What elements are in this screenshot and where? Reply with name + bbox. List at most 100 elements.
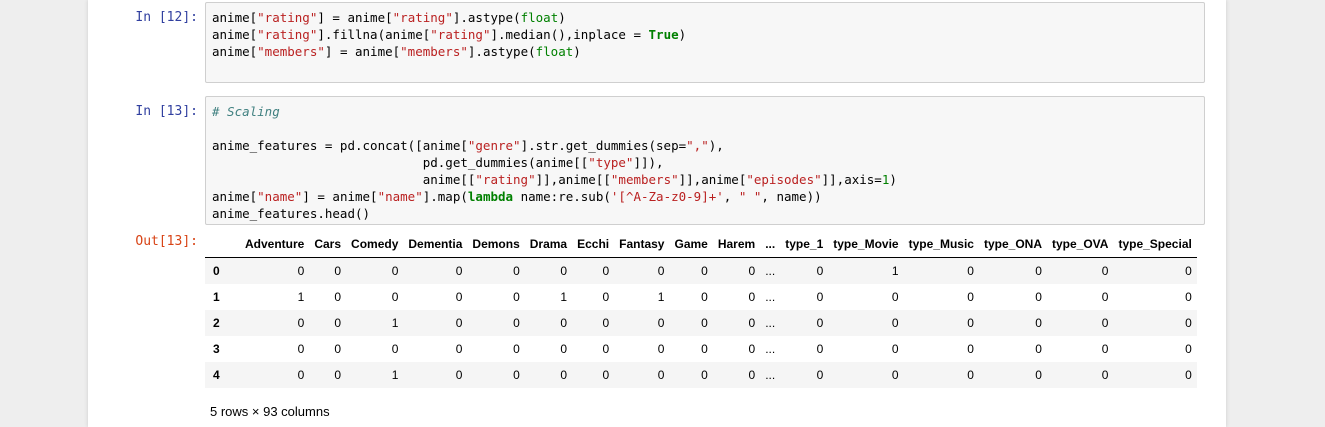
- table-cell: 0: [334, 264, 342, 278]
- table-cell: 0: [1185, 264, 1192, 278]
- column-header: Drama: [524, 231, 573, 258]
- table-cell: 0: [657, 264, 665, 278]
- table-cell: 0: [967, 290, 974, 304]
- code-token: anime[: [212, 27, 258, 42]
- table-cell: 0: [455, 290, 463, 304]
- table-cell: 0: [513, 316, 520, 330]
- dataframe-shape-note: 5 rows × 93 columns: [210, 404, 330, 419]
- code-line: anime_features.head(): [212, 205, 1204, 222]
- code-line: anime["name"] = anime["name"].map(lambda…: [212, 188, 1204, 205]
- code-line: anime_features = pd.concat([anime["genre…: [212, 137, 1204, 154]
- code-token: "rating": [430, 27, 491, 42]
- table-cell: 0: [297, 316, 305, 330]
- table-cell: 0: [560, 264, 568, 278]
- code-cell-12[interactable]: anime["rating"] = anime["rating"].astype…: [205, 2, 1205, 83]
- code-token: anime[: [212, 189, 258, 204]
- table-cell: 0: [334, 290, 342, 304]
- code-token: anime[: [212, 10, 258, 25]
- column-header: Demons: [467, 231, 525, 258]
- code-token: float: [520, 10, 559, 25]
- table-cell: 0: [602, 316, 610, 330]
- table-cell: 0: [1185, 342, 1192, 356]
- code-token: , name)): [761, 189, 822, 204]
- column-header: Game: [669, 231, 713, 258]
- table-cell: 0: [455, 342, 463, 356]
- table-cell: ...: [765, 264, 776, 278]
- column-header: Adventure: [240, 231, 310, 258]
- table-cell: 0: [816, 264, 824, 278]
- table-header-row: Adventure Cars Comedy Dementia Demons Drama Ec…: [205, 231, 1197, 258]
- table-cell: 0: [560, 342, 568, 356]
- code-token: ): [678, 27, 687, 42]
- code-token: ]],axis=: [821, 172, 882, 187]
- column-header: Ecchi: [572, 231, 615, 258]
- table-cell: 0: [455, 368, 463, 382]
- output-prompt-13: Out[13]:: [135, 234, 198, 249]
- table-row: 3 0 0 0 0 0 0 0 0 0 0... 0 0 0 0 0 0: [205, 336, 1197, 362]
- table-cell: 0: [297, 264, 305, 278]
- table-cell: 0: [297, 342, 305, 356]
- row-index: 3: [213, 342, 220, 356]
- code-token: "rating": [475, 172, 536, 187]
- table-body: 0 0 0 0 0 0 0 0 0 0 0... 0 1 0 0 0 0 1 1 0 0 0 0 1 0 1 0 0... 0 0 0 0 0 0…: [205, 257, 1197, 388]
- table-cell: 0: [891, 316, 899, 330]
- row-index: 0: [213, 264, 220, 278]
- table-cell: 0: [602, 342, 610, 356]
- table-cell: ...: [765, 316, 776, 330]
- code-cell-13[interactable]: # Scaling anime_features = pd.concat([ani…: [205, 96, 1205, 225]
- code-token: "members": [400, 44, 468, 59]
- code-line: anime["rating"] = anime["rating"].astype…: [212, 9, 1204, 26]
- code-token: pd.get_dummies(anime[[: [212, 155, 589, 170]
- table-cell: 0: [513, 264, 520, 278]
- code-token: "genre": [467, 138, 521, 153]
- column-header: Dementia: [403, 231, 468, 258]
- table-cell: 0: [891, 290, 899, 304]
- table-row: 1 1 0 0 0 0 1 0 1 0 0... 0 0 0 0 0 0: [205, 284, 1197, 310]
- table-cell: 1: [391, 316, 399, 330]
- code-token: ): [573, 44, 581, 59]
- column-header: type_Movie: [828, 231, 904, 258]
- row-index: 4: [213, 368, 220, 382]
- table-row: 0 0 0 0 0 0 0 0 0 0 0... 0 1 0 0 0 0: [205, 257, 1197, 284]
- code-token: ].astype(: [467, 44, 536, 59]
- table-cell: 0: [602, 290, 610, 304]
- table-cell: 1: [297, 290, 305, 304]
- table-row: 2 0 0 1 0 0 0 0 0 0 0... 0 0 0 0 0 0: [205, 310, 1197, 336]
- code-token: float: [535, 44, 574, 59]
- table-cell: 0: [967, 368, 974, 382]
- table-cell: 0: [391, 264, 399, 278]
- table-cell: 0: [602, 264, 610, 278]
- table-cell: ...: [765, 290, 776, 304]
- table-cell: 0: [1035, 342, 1042, 356]
- table-cell: 0: [1185, 368, 1192, 382]
- table-cell: 0: [657, 316, 665, 330]
- table-cell: 0: [560, 368, 568, 382]
- table-cell: 0: [1101, 264, 1109, 278]
- table-cell: 0: [657, 342, 665, 356]
- code-token: ] = anime[: [302, 189, 378, 204]
- table-cell: 0: [1185, 290, 1192, 304]
- table-cell: 0: [701, 290, 708, 304]
- table-cell: 0: [455, 264, 463, 278]
- code-token: anime_features = pd.concat([anime[: [212, 138, 468, 153]
- table-cell: 0: [816, 316, 824, 330]
- table-cell: 0: [701, 264, 708, 278]
- table-cell: 0: [1101, 368, 1109, 382]
- code-token: ].fillna(anime[: [317, 27, 431, 42]
- table-cell: 0: [701, 316, 708, 330]
- code-line: pd.get_dummies(anime[["type"]]),: [212, 154, 1204, 171]
- code-token: ].median(),inplace =: [490, 27, 649, 42]
- code-token: ].astype(: [452, 10, 521, 25]
- column-header: ...: [760, 231, 781, 258]
- table-cell: 0: [967, 316, 974, 330]
- table-cell: 0: [748, 316, 756, 330]
- table-cell: 0: [891, 368, 899, 382]
- column-header: Cars: [309, 231, 347, 258]
- table-cell: 0: [334, 342, 342, 356]
- column-header: Comedy: [346, 231, 404, 258]
- input-prompt-13: In [13]:: [135, 104, 198, 119]
- code-token: ): [558, 10, 566, 25]
- table-cell: 0: [816, 290, 824, 304]
